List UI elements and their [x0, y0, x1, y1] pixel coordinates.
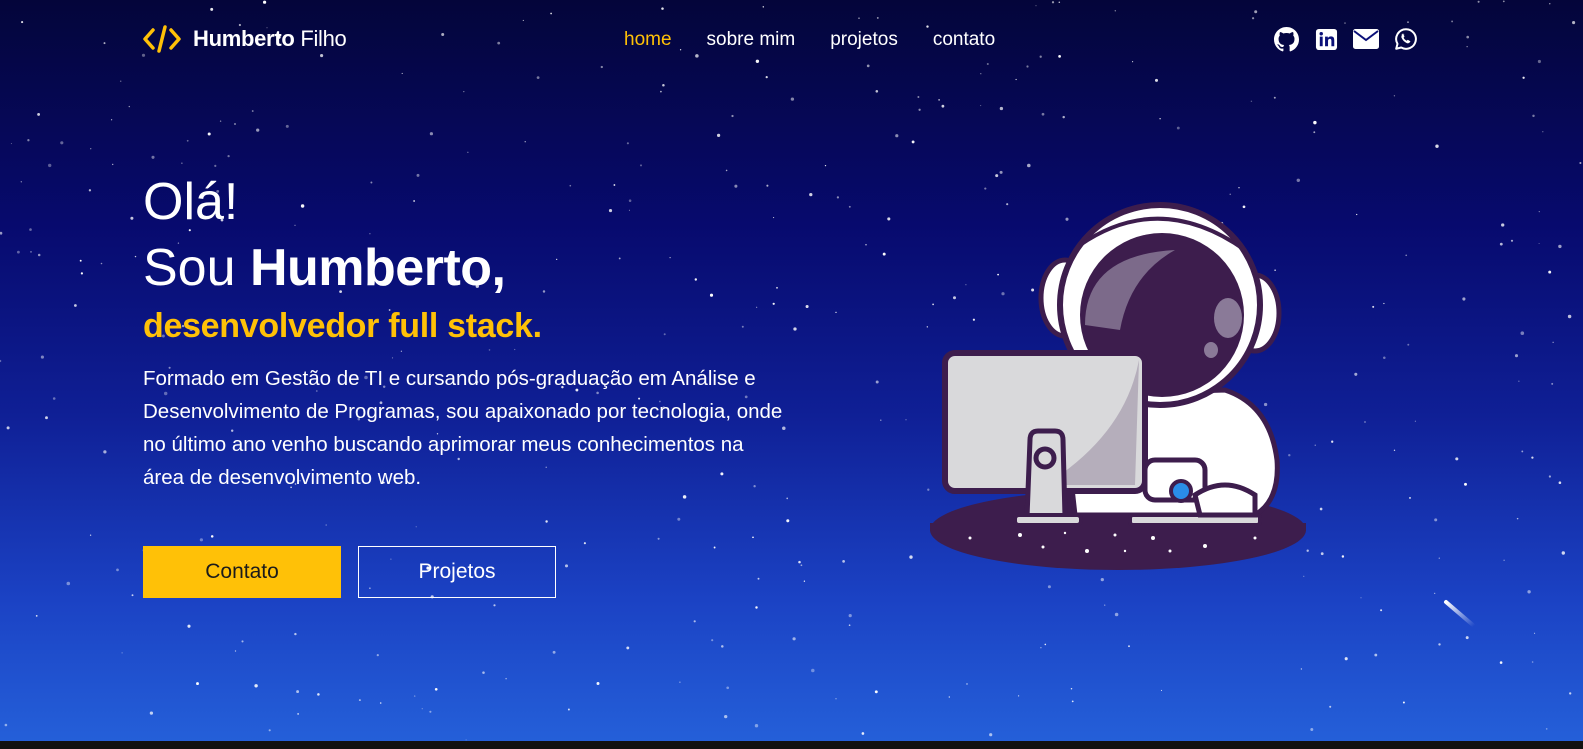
envelope-icon[interactable]	[1353, 26, 1379, 52]
code-brackets-icon	[143, 25, 181, 53]
contato-button[interactable]: Contato	[143, 546, 341, 598]
whatsapp-icon[interactable]	[1393, 26, 1419, 52]
shooting-star-icon	[1444, 600, 1476, 628]
logo-text: Humberto Filho	[193, 26, 347, 52]
social-links	[1273, 26, 1433, 52]
projetos-button[interactable]: Projetos	[358, 546, 556, 598]
logo[interactable]: Humberto Filho	[143, 24, 347, 54]
nav-home[interactable]: home	[624, 29, 672, 51]
nav-projetos[interactable]: projetos	[830, 29, 898, 51]
about-text: Formado em Gestão de TI e cursando pós-g…	[143, 367, 783, 489]
logo-last-name: Filho	[300, 26, 347, 51]
main-nav: home sobre mim projetos contato	[624, 29, 1030, 51]
github-icon[interactable]	[1273, 26, 1299, 52]
role-title: desenvolvedor full stack.	[143, 307, 542, 345]
greeting: Olá!	[143, 173, 239, 231]
nav-contato[interactable]: contato	[933, 29, 995, 51]
intro-prefix: Sou	[143, 239, 236, 297]
hero-name: Humberto,	[249, 239, 506, 297]
bottom-border	[0, 741, 1583, 749]
intro-heading: Sou Humberto,	[143, 238, 506, 298]
astronaut-computer-illustration	[930, 202, 1306, 570]
nav-sobre-mim[interactable]: sobre mim	[707, 29, 796, 51]
logo-first-name: Humberto	[193, 26, 295, 51]
linkedin-icon[interactable]	[1313, 26, 1339, 52]
